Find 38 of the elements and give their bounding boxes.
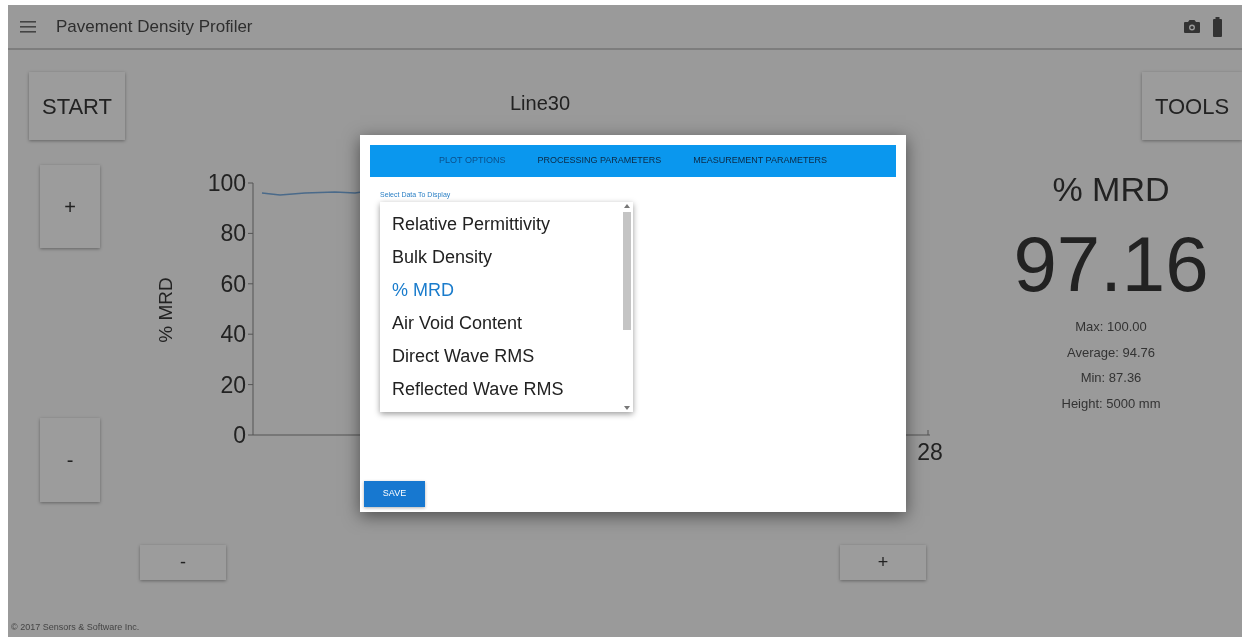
line-name: Line30 [509,91,571,116]
dropdown-option[interactable]: % MRD [392,273,621,307]
zoom-in-button[interactable]: + [840,545,926,580]
scroll-thumb[interactable] [623,211,631,330]
readout-label: % MRD [1052,169,1170,210]
y-tick-label: 60 [220,270,246,297]
y-tick-label: 80 [220,220,246,247]
y-axis-label: % MRD [155,277,176,343]
stat-text: Average: 94.76 [1067,343,1155,362]
tab[interactable]: PROCESSING PARAMETERS [537,154,662,168]
dropdown-option[interactable]: Relative Permittivity [392,207,621,241]
stat-text: Max: 100.00 [1075,318,1147,336]
y-tick-label: 20 [220,371,246,398]
camera-icon[interactable] [1183,19,1201,34]
readout-value: 97.16 [1013,219,1209,309]
start-button[interactable]: START [29,72,125,140]
scroll-up-icon[interactable] [624,203,630,208]
dropdown-option[interactable]: Air Void Content [392,306,621,340]
x-tick-label: 28 [917,439,943,465]
stat-text: Height: 5000 mm [1061,394,1161,413]
stat-text: Min: 87.36 [1080,369,1142,387]
zoom-out-button[interactable]: - [40,418,100,502]
y-tick-label: 40 [220,321,246,348]
y-tick-label: 0 [233,422,246,448]
tools-button[interactable]: TOOLS [1142,72,1242,140]
app-title: Pavement Density Profiler [56,15,253,38]
menu-icon[interactable] [20,20,36,33]
scroll-down-icon[interactable] [624,405,630,410]
y-tick-label: 100 [207,170,246,196]
dropdown-option[interactable]: Reflected Wave RMS [392,372,621,406]
dropdown-option[interactable]: Bulk Density [392,240,621,274]
zoom-out-button[interactable]: - [140,545,226,580]
dropdown-option[interactable]: Direct Wave RMS [392,339,621,373]
copyright-text: © 2017 Sensors & Software Inc. [11,620,141,634]
save-button[interactable]: SAVE [364,481,425,507]
zoom-in-button[interactable]: + [40,165,100,248]
battery-icon [1213,16,1222,37]
tab[interactable]: MEASUREMENT PARAMETERS [693,154,827,168]
